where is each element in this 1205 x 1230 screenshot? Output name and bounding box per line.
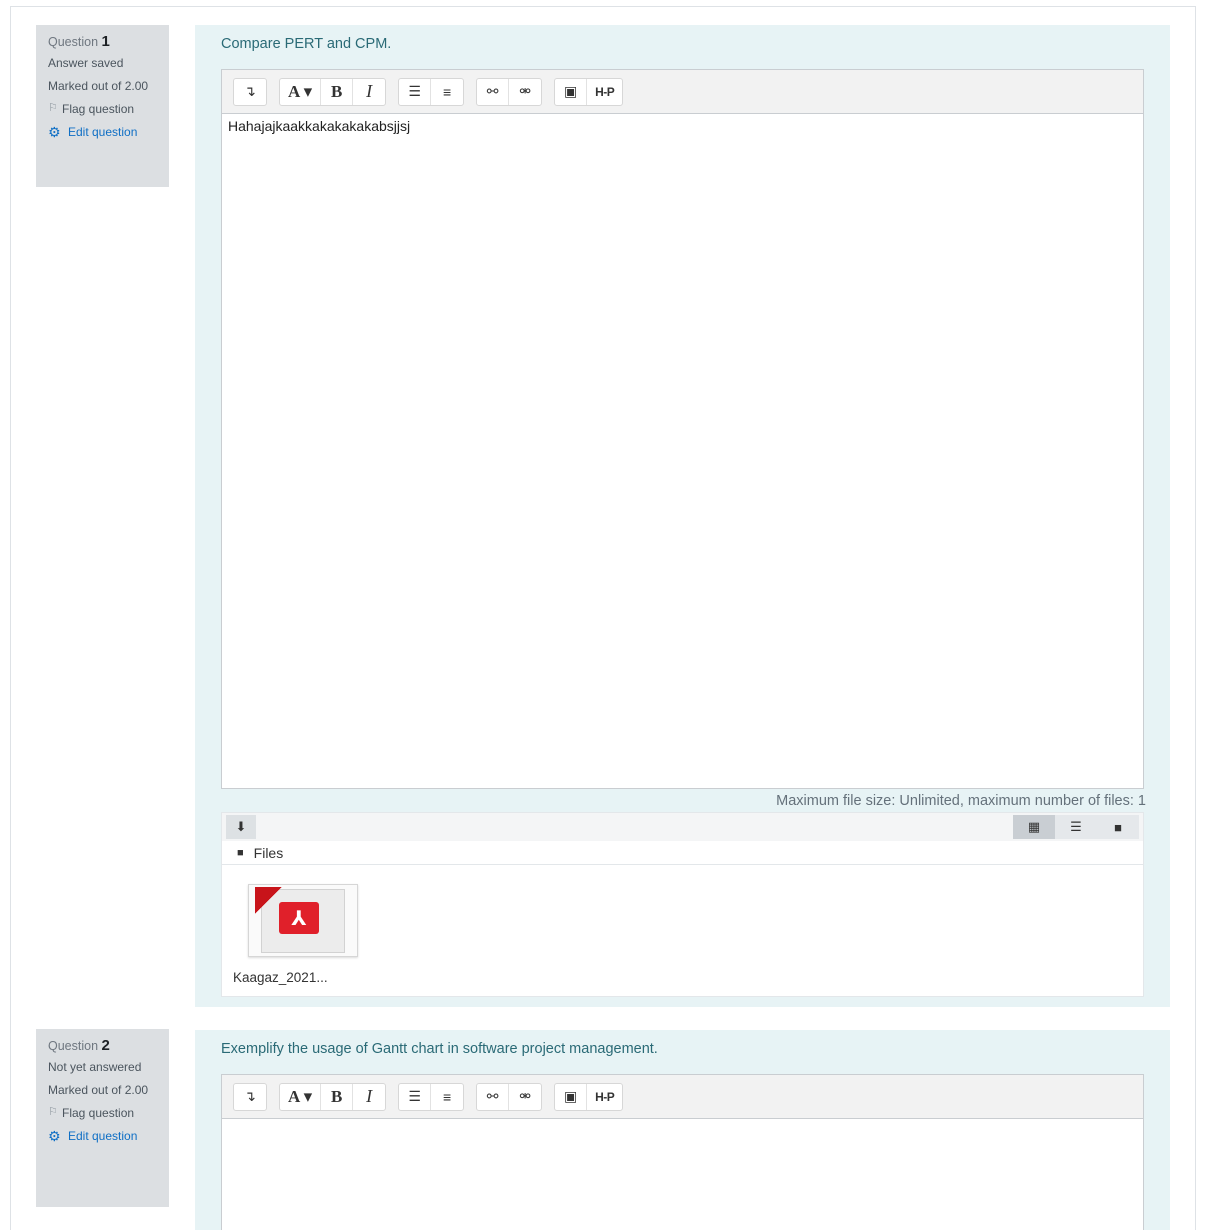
answer-editor: ↴ A ▾ B I ☰ ≡ ⚯ ⚮ ▣ H-P	[221, 1074, 1144, 1230]
flag-icon: ⚐	[48, 101, 58, 114]
gear-icon: ⚙	[48, 123, 61, 140]
question-text: Exemplify the usage of Gantt chart in so…	[221, 1041, 658, 1057]
unordered-list-button[interactable]: ☰	[399, 1083, 432, 1110]
gear-icon: ⚙	[48, 1127, 61, 1144]
italic-button[interactable]: I	[353, 79, 385, 105]
editor-toolbar: ↴ A ▾ B I ☰ ≡ ⚯ ⚮ ▣ H-P	[222, 70, 1143, 114]
insert-image-button[interactable]: ▣	[555, 1083, 588, 1110]
question-grade: Marked out of 2.00	[48, 78, 149, 93]
bold-button[interactable]: B	[321, 78, 354, 105]
link-button[interactable]: ⚯	[477, 78, 510, 105]
folder-icon: ■	[237, 846, 244, 859]
font-style-button[interactable]: A ▾	[280, 1083, 322, 1110]
question-2-formulation: Exemplify the usage of Gantt chart in so…	[195, 1030, 1170, 1230]
ordered-list-button[interactable]: ≡	[431, 1084, 463, 1110]
italic-button[interactable]: I	[353, 1084, 385, 1110]
edit-question-link[interactable]: ⚙ Edit question	[48, 125, 157, 140]
question-1-info: Question 1 Answer saved Marked out of 2.…	[36, 25, 169, 187]
insert-h5p-button[interactable]: H-P	[587, 1084, 622, 1110]
list-view-icon[interactable]: ☰	[1055, 815, 1097, 839]
answer-textarea[interactable]	[222, 1119, 1143, 1230]
question-2-info: Question 2 Not yet answered Marked out o…	[36, 1029, 169, 1207]
unlink-button[interactable]: ⚮	[509, 79, 541, 105]
font-style-button[interactable]: A ▾	[280, 78, 322, 105]
answer-textarea[interactable]: Hahajajkaakkakakakakabsjjsj	[222, 114, 1143, 788]
expand-toolbar-button[interactable]: ↴	[234, 1084, 266, 1110]
file-path[interactable]: ■ Files	[222, 841, 1143, 865]
download-icon[interactable]: ⬇	[226, 815, 256, 839]
question-state: Not yet answered	[48, 1059, 142, 1074]
pdf-file-icon: ⅄	[248, 884, 358, 957]
flag-icon: ⚐	[48, 1105, 58, 1118]
icons-view-icon[interactable]: ▦	[1013, 815, 1055, 839]
file-limit-text: Maximum file size: Unlimited, maximum nu…	[776, 793, 1146, 809]
flag-question-link[interactable]: ⚐ Flag question	[48, 102, 157, 117]
question-number: Question 2	[48, 1037, 110, 1054]
expand-toolbar-button[interactable]: ↴	[234, 79, 266, 105]
file-manager-toolbar: ⬇ ▦ ☰ ■	[222, 813, 1143, 841]
bold-button[interactable]: B	[321, 1083, 354, 1110]
question-1-formulation: Compare PERT and CPM. ↴ A ▾ B I ☰ ≡ ⚯ ⚮ …	[195, 25, 1170, 1007]
edit-question-link[interactable]: ⚙ Edit question	[48, 1129, 157, 1144]
question-text: Compare PERT and CPM.	[221, 36, 392, 52]
answer-editor: ↴ A ▾ B I ☰ ≡ ⚯ ⚮ ▣ H-P Hahajajkaakkakak…	[221, 69, 1144, 789]
ordered-list-button[interactable]: ≡	[431, 79, 463, 105]
unlink-button[interactable]: ⚮	[509, 1084, 541, 1110]
view-switcher: ▦ ☰ ■	[1013, 815, 1139, 839]
file-manager: ⬇ ▦ ☰ ■ ■ Files ⅄ Kaagaz_2021...	[221, 812, 1144, 997]
flag-question-link[interactable]: ⚐ Flag question	[48, 1106, 157, 1121]
unordered-list-button[interactable]: ☰	[399, 78, 432, 105]
insert-image-button[interactable]: ▣	[555, 78, 588, 105]
file-name: Kaagaz_2021...	[233, 970, 328, 985]
tree-view-icon[interactable]: ■	[1097, 815, 1139, 839]
question-grade: Marked out of 2.00	[48, 1082, 149, 1097]
file-list: ⅄ Kaagaz_2021...	[222, 865, 1143, 996]
question-number: Question 1	[48, 33, 110, 50]
editor-toolbar: ↴ A ▾ B I ☰ ≡ ⚯ ⚮ ▣ H-P	[222, 1075, 1143, 1119]
question-state: Answer saved	[48, 55, 124, 70]
insert-h5p-button[interactable]: H-P	[587, 79, 622, 105]
file-item[interactable]: ⅄ Kaagaz_2021...	[233, 884, 363, 985]
link-button[interactable]: ⚯	[477, 1083, 510, 1110]
